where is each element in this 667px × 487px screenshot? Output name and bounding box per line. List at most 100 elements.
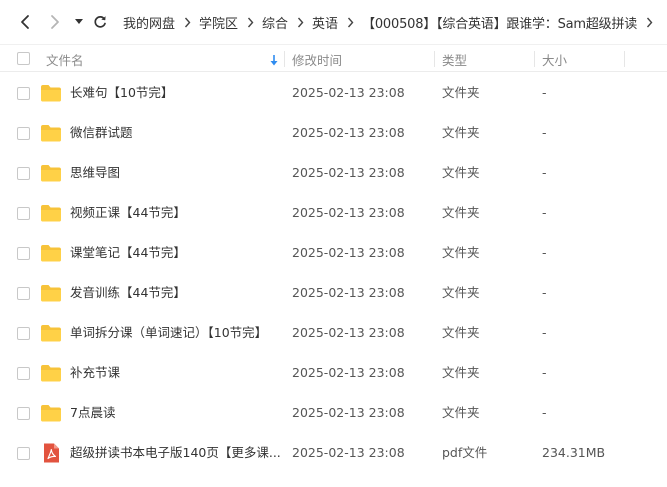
file-size: - bbox=[542, 405, 547, 420]
forward-button[interactable] bbox=[44, 10, 66, 34]
breadcrumb-item-my-drive[interactable]: 我的网盘 bbox=[123, 13, 175, 32]
history-dropdown-button[interactable] bbox=[72, 10, 86, 34]
file-type: 文件夹 bbox=[442, 325, 480, 340]
caret-down-icon bbox=[75, 19, 83, 24]
file-modified-time: 2025-02-13 23:08 bbox=[292, 365, 405, 380]
column-header-name[interactable]: 文件名 bbox=[46, 45, 282, 73]
folder-icon bbox=[40, 203, 62, 223]
file-list-header: 文件名 修改时间 类型 大小 bbox=[0, 44, 667, 72]
file-modified-time: 2025-02-13 23:08 bbox=[292, 405, 405, 420]
file-name[interactable]: 发音训练【44节完】 bbox=[70, 273, 186, 313]
folder-icon bbox=[40, 123, 62, 143]
folder-icon bbox=[40, 243, 62, 263]
folder-icon bbox=[40, 283, 62, 303]
file-row[interactable]: 思维导图 2025-02-13 23:08 文件夹 - bbox=[0, 153, 667, 193]
file-modified-time: 2025-02-13 23:08 bbox=[292, 85, 405, 100]
file-row[interactable]: 微信群试题 2025-02-13 23:08 文件夹 - bbox=[0, 113, 667, 153]
row-checkbox[interactable] bbox=[17, 167, 30, 180]
file-row[interactable]: 发音训练【44节完】 2025-02-13 23:08 文件夹 - bbox=[0, 273, 667, 313]
file-size: - bbox=[542, 85, 547, 100]
back-button[interactable] bbox=[14, 10, 36, 34]
file-row[interactable]: 补充节课 2025-02-13 23:08 文件夹 - bbox=[0, 353, 667, 393]
chevron-right-icon bbox=[297, 17, 304, 28]
file-row[interactable]: 长难句【10节完】 2025-02-13 23:08 文件夹 - bbox=[0, 73, 667, 113]
column-header-size-label: 大小 bbox=[542, 52, 568, 68]
file-size: - bbox=[542, 165, 547, 180]
file-type: 文件夹 bbox=[442, 85, 480, 100]
breadcrumb: 我的网盘 学院区 综合 英语 【000508】【综合英语】跟谁学：Sam超级拼读 bbox=[123, 12, 661, 32]
column-header-name-label: 文件名 bbox=[46, 52, 84, 68]
chevron-left-icon bbox=[21, 15, 29, 29]
row-checkbox[interactable] bbox=[17, 327, 30, 340]
row-checkbox[interactable] bbox=[17, 247, 30, 260]
file-name[interactable]: 课堂笔记【44节完】 bbox=[70, 233, 186, 273]
chevron-right-icon bbox=[184, 17, 191, 28]
file-type: 文件夹 bbox=[442, 285, 480, 300]
file-type: 文件夹 bbox=[442, 405, 480, 420]
file-row[interactable]: 课堂笔记【44节完】 2025-02-13 23:08 文件夹 - bbox=[0, 233, 667, 273]
breadcrumb-item-academy[interactable]: 学院区 bbox=[199, 13, 238, 32]
file-row[interactable]: 7点晨读 2025-02-13 23:08 文件夹 - bbox=[0, 393, 667, 433]
chevron-right-icon bbox=[347, 17, 354, 28]
column-header-type[interactable]: 类型 bbox=[442, 45, 532, 73]
file-row[interactable]: 超级拼读书本电子版140页【更多课... 2025-02-13 23:08 pdf文… bbox=[0, 433, 667, 473]
header-divider bbox=[0, 71, 667, 72]
refresh-icon bbox=[94, 16, 106, 28]
row-checkbox[interactable] bbox=[17, 207, 30, 220]
column-header-modified-label: 修改时间 bbox=[292, 52, 343, 68]
column-header-size[interactable]: 大小 bbox=[542, 45, 622, 73]
file-size: - bbox=[542, 205, 547, 220]
column-divider[interactable] bbox=[434, 51, 435, 67]
column-header-modified[interactable]: 修改时间 bbox=[292, 45, 432, 73]
row-checkbox[interactable] bbox=[17, 447, 30, 460]
navigation-bar: 我的网盘 学院区 综合 英语 【000508】【综合英语】跟谁学：Sam超级拼读 bbox=[0, 0, 667, 44]
file-type: 文件夹 bbox=[442, 365, 480, 380]
file-modified-time: 2025-02-13 23:08 bbox=[292, 205, 405, 220]
refresh-button[interactable] bbox=[90, 10, 110, 34]
file-name[interactable]: 7点晨读 bbox=[70, 393, 115, 433]
file-name[interactable]: 补充节课 bbox=[70, 353, 120, 393]
row-checkbox[interactable] bbox=[17, 127, 30, 140]
column-divider[interactable] bbox=[284, 51, 285, 67]
chevron-right-icon bbox=[247, 17, 254, 28]
file-size: - bbox=[542, 365, 547, 380]
folder-icon bbox=[40, 323, 62, 343]
file-name[interactable]: 视频正课【44节完】 bbox=[70, 193, 186, 233]
file-type: pdf文件 bbox=[442, 445, 488, 460]
file-size: - bbox=[542, 285, 547, 300]
row-checkbox[interactable] bbox=[17, 87, 30, 100]
file-size: - bbox=[542, 325, 547, 340]
file-name[interactable]: 单词拆分课（单词速记）【10节完】 bbox=[70, 313, 267, 353]
column-divider[interactable] bbox=[624, 51, 625, 67]
file-modified-time: 2025-02-13 23:08 bbox=[292, 245, 405, 260]
file-modified-time: 2025-02-13 23:08 bbox=[292, 445, 405, 460]
file-modified-time: 2025-02-13 23:08 bbox=[292, 325, 405, 340]
file-name[interactable]: 超级拼读书本电子版140页【更多课... bbox=[70, 433, 280, 473]
file-name[interactable]: 微信群试题 bbox=[70, 113, 133, 153]
row-checkbox[interactable] bbox=[17, 407, 30, 420]
column-divider[interactable] bbox=[534, 51, 535, 67]
pdf-icon bbox=[40, 443, 62, 463]
chevron-right-icon bbox=[646, 17, 653, 28]
file-size: 234.31MB bbox=[542, 445, 606, 460]
chevron-right-icon bbox=[51, 15, 59, 29]
select-all-checkbox[interactable] bbox=[17, 52, 30, 65]
breadcrumb-item-english[interactable]: 英语 bbox=[312, 13, 338, 32]
column-header-type-label: 类型 bbox=[442, 52, 468, 68]
folder-icon bbox=[40, 363, 62, 383]
file-modified-time: 2025-02-13 23:08 bbox=[292, 165, 405, 180]
file-row[interactable]: 单词拆分课（单词速记）【10节完】 2025-02-13 23:08 文件夹 - bbox=[0, 313, 667, 353]
row-checkbox[interactable] bbox=[17, 367, 30, 380]
breadcrumb-item-current-folder[interactable]: 【000508】【综合英语】跟谁学：Sam超级拼读 bbox=[362, 13, 637, 32]
file-name[interactable]: 长难句【10节完】 bbox=[70, 73, 173, 113]
breadcrumb-item-general[interactable]: 综合 bbox=[262, 13, 288, 32]
file-modified-time: 2025-02-13 23:08 bbox=[292, 285, 405, 300]
file-row[interactable]: 视频正课【44节完】 2025-02-13 23:08 文件夹 - bbox=[0, 193, 667, 233]
file-type: 文件夹 bbox=[442, 165, 480, 180]
file-type: 文件夹 bbox=[442, 205, 480, 220]
folder-icon bbox=[40, 83, 62, 103]
row-checkbox[interactable] bbox=[17, 287, 30, 300]
folder-icon bbox=[40, 163, 62, 183]
file-name[interactable]: 思维导图 bbox=[70, 153, 120, 193]
file-type: 文件夹 bbox=[442, 245, 480, 260]
